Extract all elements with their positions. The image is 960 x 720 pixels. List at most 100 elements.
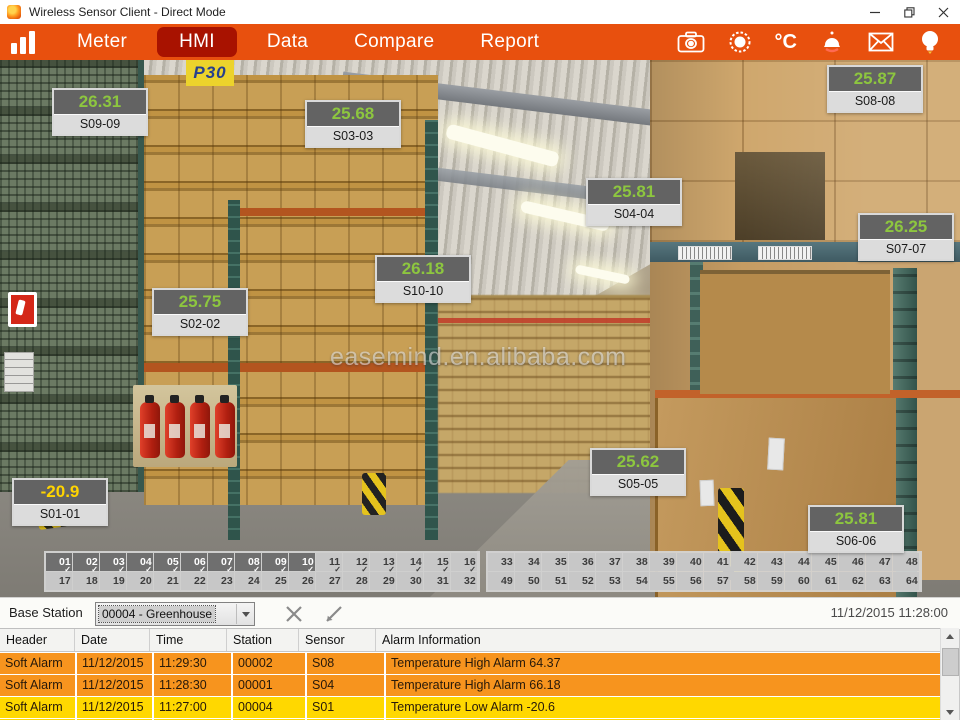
channel-31[interactable]: 31 — [424, 572, 450, 590]
channel-32[interactable]: 32 — [451, 572, 477, 590]
channel-18[interactable]: 18 — [73, 572, 99, 590]
channel-59[interactable]: 59 — [758, 572, 784, 590]
channel-04[interactable]: 04✓ — [127, 553, 153, 571]
channel-27[interactable]: 27 — [316, 572, 342, 590]
sensor-overlay[interactable]: 25.75 S02-02 — [152, 288, 248, 336]
channel-58[interactable]: 58 — [731, 572, 757, 590]
sensor-overlay[interactable]: 25.81 S06-06 — [808, 505, 904, 553]
channel-20[interactable]: 20 — [127, 572, 153, 590]
chevron-down-icon[interactable] — [236, 604, 254, 624]
mail-icon[interactable] — [867, 28, 895, 56]
channel-55[interactable]: 55 — [650, 572, 676, 590]
channel-26[interactable]: 26 — [289, 572, 315, 590]
channel-61[interactable]: 61 — [812, 572, 838, 590]
channel-16[interactable]: 16✓ — [451, 553, 477, 571]
channel-45[interactable]: 45 — [812, 553, 838, 571]
scroll-up-arrow-icon[interactable] — [941, 628, 959, 644]
channel-50[interactable]: 50 — [515, 572, 541, 590]
channel-62[interactable]: 62 — [839, 572, 865, 590]
sensor-overlay[interactable]: 25.81 S04-04 — [586, 178, 682, 226]
sensor-overlay[interactable]: -20.9 S01-01 — [12, 478, 108, 526]
channel-63[interactable]: 63 — [866, 572, 892, 590]
alarm-row[interactable]: Soft Alarm11/12/201511:29:3000002S08Temp… — [0, 653, 941, 674]
channel-52[interactable]: 52 — [569, 572, 595, 590]
menu-item-hmi[interactable]: HMI — [157, 27, 237, 57]
brightness-icon[interactable] — [726, 28, 754, 56]
channel-47[interactable]: 47 — [866, 553, 892, 571]
channel-34[interactable]: 34 — [515, 553, 541, 571]
alarm-row[interactable]: Soft Alarm11/12/201511:28:3000001S04Temp… — [0, 675, 941, 696]
sensor-overlay[interactable]: 25.62 S05-05 — [590, 448, 686, 496]
channel-46[interactable]: 46 — [839, 553, 865, 571]
channel-53[interactable]: 53 — [596, 572, 622, 590]
channel-07[interactable]: 07✓ — [208, 553, 234, 571]
base-station-dropdown[interactable]: 00004 - Greenhouse — [95, 602, 255, 626]
channel-19[interactable]: 19 — [100, 572, 126, 590]
channel-49[interactable]: 49 — [488, 572, 514, 590]
channel-30[interactable]: 30 — [397, 572, 423, 590]
channel-10[interactable]: 10✓ — [289, 553, 315, 571]
scrollbar-thumb[interactable] — [942, 648, 959, 676]
menu-item-report[interactable]: Report — [464, 27, 555, 57]
sensor-overlay[interactable]: 26.31 S09-09 — [52, 88, 148, 136]
channel-29[interactable]: 29 — [370, 572, 396, 590]
cell-station: 00001 — [233, 675, 305, 696]
alarm-row[interactable]: Soft Alarm11/12/201511:27:0000004S01Temp… — [0, 697, 941, 718]
channel-64[interactable]: 64 — [893, 572, 919, 590]
channel-13[interactable]: 13✓ — [370, 553, 396, 571]
channel-23[interactable]: 23 — [208, 572, 234, 590]
channel-44[interactable]: 44 — [785, 553, 811, 571]
channel-37[interactable]: 37 — [596, 553, 622, 571]
channel-22[interactable]: 22 — [181, 572, 207, 590]
channel-36[interactable]: 36 — [569, 553, 595, 571]
channel-24[interactable]: 24 — [235, 572, 261, 590]
channel-42[interactable]: 42 — [731, 553, 757, 571]
channel-03[interactable]: 03✓ — [100, 553, 126, 571]
restore-button[interactable] — [892, 0, 926, 24]
channel-15[interactable]: 15✓ — [424, 553, 450, 571]
menu-item-meter[interactable]: Meter — [61, 27, 143, 57]
channel-57[interactable]: 57 — [704, 572, 730, 590]
clear-icon[interactable] — [284, 604, 304, 624]
channel-12[interactable]: 12✓ — [343, 553, 369, 571]
channel-43[interactable]: 43 — [758, 553, 784, 571]
alarm-bell-icon[interactable] — [818, 28, 846, 56]
sensor-overlay[interactable]: 26.18 S10-10 — [375, 255, 471, 303]
channel-48[interactable]: 48 — [893, 553, 919, 571]
channel-08[interactable]: 08✓ — [235, 553, 261, 571]
minimize-button[interactable] — [858, 0, 892, 24]
channel-11[interactable]: 11✓ — [316, 553, 342, 571]
channel-05[interactable]: 05✓ — [154, 553, 180, 571]
channel-56[interactable]: 56 — [677, 572, 703, 590]
sensor-overlay[interactable]: 25.87 S08-08 — [827, 65, 923, 113]
channel-40[interactable]: 40 — [677, 553, 703, 571]
channel-21[interactable]: 21 — [154, 572, 180, 590]
table-scrollbar[interactable] — [940, 628, 959, 720]
celsius-label[interactable]: °C — [775, 28, 797, 56]
close-button[interactable] — [926, 0, 960, 24]
channel-35[interactable]: 35 — [542, 553, 568, 571]
channel-38[interactable]: 38 — [623, 553, 649, 571]
sensor-overlay[interactable]: 25.68 S03-03 — [305, 100, 401, 148]
channel-51[interactable]: 51 — [542, 572, 568, 590]
channel-28[interactable]: 28 — [343, 572, 369, 590]
channel-33[interactable]: 33 — [488, 553, 514, 571]
channel-01[interactable]: 01✓ — [46, 553, 72, 571]
channel-17[interactable]: 17 — [46, 572, 72, 590]
channel-02[interactable]: 02✓ — [73, 553, 99, 571]
scroll-down-arrow-icon[interactable] — [941, 704, 959, 720]
camera-icon[interactable] — [677, 28, 705, 56]
channel-06[interactable]: 06✓ — [181, 553, 207, 571]
bulb-icon[interactable] — [916, 28, 944, 56]
channel-54[interactable]: 54 — [623, 572, 649, 590]
channel-25[interactable]: 25 — [262, 572, 288, 590]
edit-pencil-icon[interactable] — [323, 604, 343, 624]
menu-item-compare[interactable]: Compare — [338, 27, 450, 57]
channel-14[interactable]: 14✓ — [397, 553, 423, 571]
channel-41[interactable]: 41 — [704, 553, 730, 571]
channel-39[interactable]: 39 — [650, 553, 676, 571]
menu-item-data[interactable]: Data — [251, 27, 324, 57]
channel-60[interactable]: 60 — [785, 572, 811, 590]
sensor-overlay[interactable]: 26.25 S07-07 — [858, 213, 954, 261]
channel-09[interactable]: 09✓ — [262, 553, 288, 571]
